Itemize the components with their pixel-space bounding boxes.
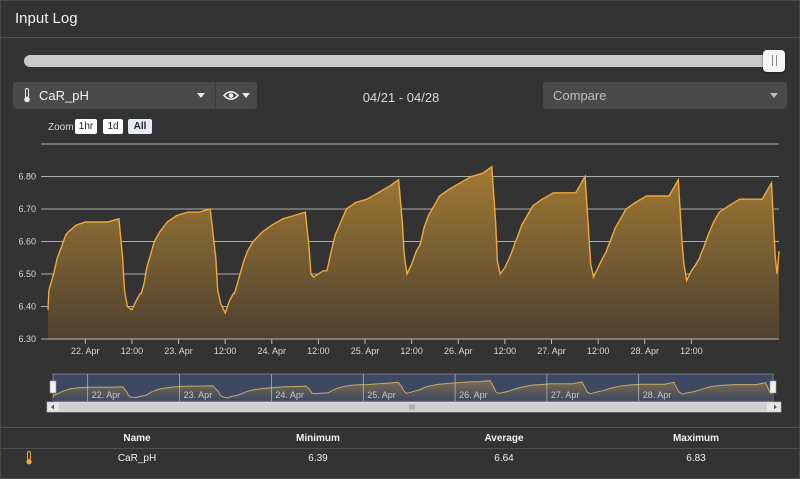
navigator[interactable]: 22. Apr 23. Apr 24. Apr 25. Apr 26. Apr 27. A… [46,373,782,413]
navigator-handle-left[interactable] [49,380,57,394]
col-average: Average [484,433,524,444]
col-maximum: Maximum [672,433,720,444]
x-tick-label: 23. Apr [164,346,193,356]
navigator-label: 27. Apr [551,390,580,400]
y-tick-label: 6.70 [18,204,36,214]
x-tick-label: 22. Apr [71,346,100,356]
input-log-panel: Input Log CaR_pH 04/21 - 04/28 Compare Z… [0,0,800,479]
x-tick-label: 27. Apr [537,346,566,356]
y-tick-label: 6.30 [18,334,36,344]
navigator-label: 22. Apr [92,390,121,400]
x-tick-label: 12:00 [494,346,517,356]
x-tick-label: 12:00 [121,346,144,356]
scrollbar-thumb[interactable] [59,403,767,411]
x-tick-label: 26. Apr [444,346,473,356]
col-name: Name [123,433,151,444]
stats-table-header: Name Minimum Average Maximum [1,427,799,449]
x-tick-label: 12:00 [680,346,703,356]
navigator-label: 25. Apr [367,390,396,400]
x-tick-label: 25. Apr [351,346,380,356]
row-name: CaR_pH [117,453,157,464]
row-maximum: 6.83 [686,453,706,464]
chart-area [47,165,780,339]
y-tick-label: 6.60 [18,237,36,247]
x-tick-label: 12:00 [214,346,237,356]
x-tick-label: 12:00 [307,346,330,356]
x-tick-label: 12:00 [400,346,423,356]
col-minimum: Minimum [296,433,340,444]
x-tick-label: 12:00 [587,346,610,356]
y-axis: 6.30 6.40 6.50 6.60 6.70 6.80 [18,172,36,345]
thermometer-icon [26,451,32,465]
y-tick-label: 6.40 [18,302,36,312]
ph-chart: 6.30 6.40 6.50 6.60 6.70 6.80 22. Apr 12:00 23.… [18,143,782,413]
row-minimum: 6.39 [308,453,328,464]
series-area [48,166,779,339]
y-tick-label: 6.80 [18,172,36,182]
navigator-handle-right[interactable] [769,380,777,394]
x-axis: 22. Apr 12:00 23. Apr 12:00 24. Apr 12:00 25. … [48,338,779,356]
navigator-label: 26. Apr [459,390,488,400]
x-tick-label: 24. Apr [258,346,287,356]
row-average: 6.64 [494,453,514,464]
navigator-label: 24. Apr [275,390,304,400]
navigator-label: 23. Apr [184,390,213,400]
y-tick-label: 6.50 [18,269,36,279]
navigator-label: 28. Apr [643,390,672,400]
x-tick-label: 28. Apr [630,346,659,356]
